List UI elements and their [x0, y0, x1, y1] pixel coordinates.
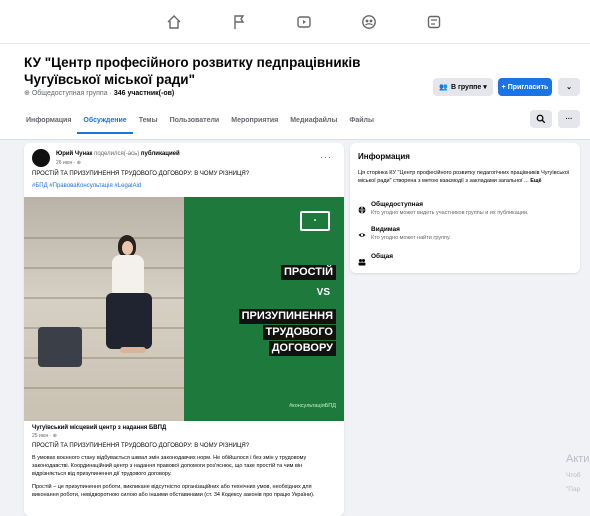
info-title: Информация: [358, 152, 410, 161]
shared-paragraph-1: В умовах воєнного стану відбувається шкв…: [32, 455, 307, 477]
tab-info[interactable]: Информация: [20, 108, 77, 134]
in-group-button[interactable]: 👥 В группе ▾: [433, 78, 493, 96]
headline-line3: ТРУДОВОГО: [262, 325, 336, 340]
headline-line1: ПРОСТІЙ: [280, 265, 336, 280]
post-card: Юрий Чунак поделился(-ась) публикацией 2…: [24, 143, 344, 516]
group-title: КУ "Центр професійного розвитку педпраці…: [24, 55, 361, 87]
shared-title: ПРОСТІЙ ТА ПРИЗУПИНЕННЯ ТРУДОВОГО ДОГОВО…: [32, 443, 250, 449]
shared-post: Чугуївський місцевий центр з надання БВП…: [32, 425, 336, 499]
post-options-icon[interactable]: ···: [320, 152, 332, 162]
headline-panel: • ПРОСТІЙ VS ПРИЗУПИНЕННЯ ТРУДОВОГО ДОГО…: [184, 197, 344, 421]
headline-vs: VS: [316, 287, 330, 298]
post-image[interactable]: • ПРОСТІЙ VS ПРИЗУПИНЕННЯ ТРУДОВОГО ДОГО…: [24, 197, 344, 421]
people-icon: 👥: [439, 84, 448, 91]
activation-watermark: Акти: [566, 453, 590, 465]
post-author-line: Юрий Чунак поделился(-ась) публикацией: [56, 151, 180, 157]
tab-events[interactable]: Мероприятия: [225, 108, 284, 134]
globe-icon: [358, 201, 366, 215]
image-hashtag: #консультаціяБПД: [289, 403, 336, 409]
photo-woman-on-stairs: [24, 197, 184, 421]
headline-line2: ПРИЗУПИНЕННЯ: [238, 309, 336, 324]
shared-date[interactable]: 25 июн · ⊕: [32, 433, 336, 439]
shared-source[interactable]: Чугуївський місцевий центр з надання БВП…: [32, 425, 336, 431]
globe-icon: ⊕: [24, 90, 30, 97]
headline-line4: ДОГОВОРУ: [268, 341, 336, 356]
group-meta: ⊕ Общедоступная группа · 346 участник(-о…: [24, 90, 175, 97]
post-date[interactable]: 26 июн · ⊕: [56, 160, 81, 166]
tab-members[interactable]: Пользователи: [164, 108, 226, 134]
invite-button[interactable]: + Пригласить: [498, 78, 552, 96]
top-navigation: [0, 0, 590, 44]
post-hashtags[interactable]: #БПД #ПравоваКонсультація #LegalAid: [32, 183, 141, 189]
shared-paragraph-2: Простій – це призупинення роботи, виклик…: [32, 484, 315, 498]
avatar[interactable]: [32, 149, 50, 167]
bag-shape: [38, 327, 82, 367]
tab-media[interactable]: Медиафайлы: [284, 108, 343, 134]
group-header: КУ "Центр професійного розвитку педпраці…: [0, 44, 590, 140]
group-info-box: Информация Ця сторінка КУ "Центр професі…: [350, 143, 580, 273]
activation-watermark-sub2: "Пар: [566, 486, 581, 493]
post-author[interactable]: Юрий Чунак: [56, 151, 92, 157]
flag-icon[interactable]: [231, 14, 247, 30]
info-description: Ця сторінка КУ "Центр професійного розви…: [358, 170, 570, 184]
chevron-down-icon[interactable]: ⌄: [558, 78, 580, 96]
eye-icon: [358, 226, 366, 237]
member-count[interactable]: 346 участник(-ов): [114, 90, 174, 97]
people-icon: [358, 253, 366, 266]
legal-aid-logo-icon: •: [300, 211, 330, 231]
activation-watermark-sub: Чтоб: [566, 472, 581, 479]
more-options-icon[interactable]: ···: [558, 110, 580, 128]
video-icon[interactable]: [296, 14, 312, 30]
gaming-icon[interactable]: [426, 14, 442, 30]
tab-discussion[interactable]: Обсуждение: [77, 108, 133, 134]
search-icon[interactable]: [530, 110, 552, 128]
post-shared-link[interactable]: публикацией: [141, 151, 180, 157]
groups-icon[interactable]: [361, 14, 377, 30]
tab-files[interactable]: Файлы: [343, 108, 380, 134]
tab-topics[interactable]: Темы: [133, 108, 164, 134]
group-privacy: Общедоступная группа: [31, 90, 108, 97]
home-icon[interactable]: [166, 14, 182, 30]
group-tabs: Информация Обсуждение Темы Пользователи …: [20, 108, 380, 134]
see-more-link[interactable]: Ещё: [530, 178, 541, 184]
post-text: ПРОСТІЙ ТА ПРИЗУПИНЕННЯ ТРУДОВОГО ДОГОВО…: [32, 171, 250, 177]
